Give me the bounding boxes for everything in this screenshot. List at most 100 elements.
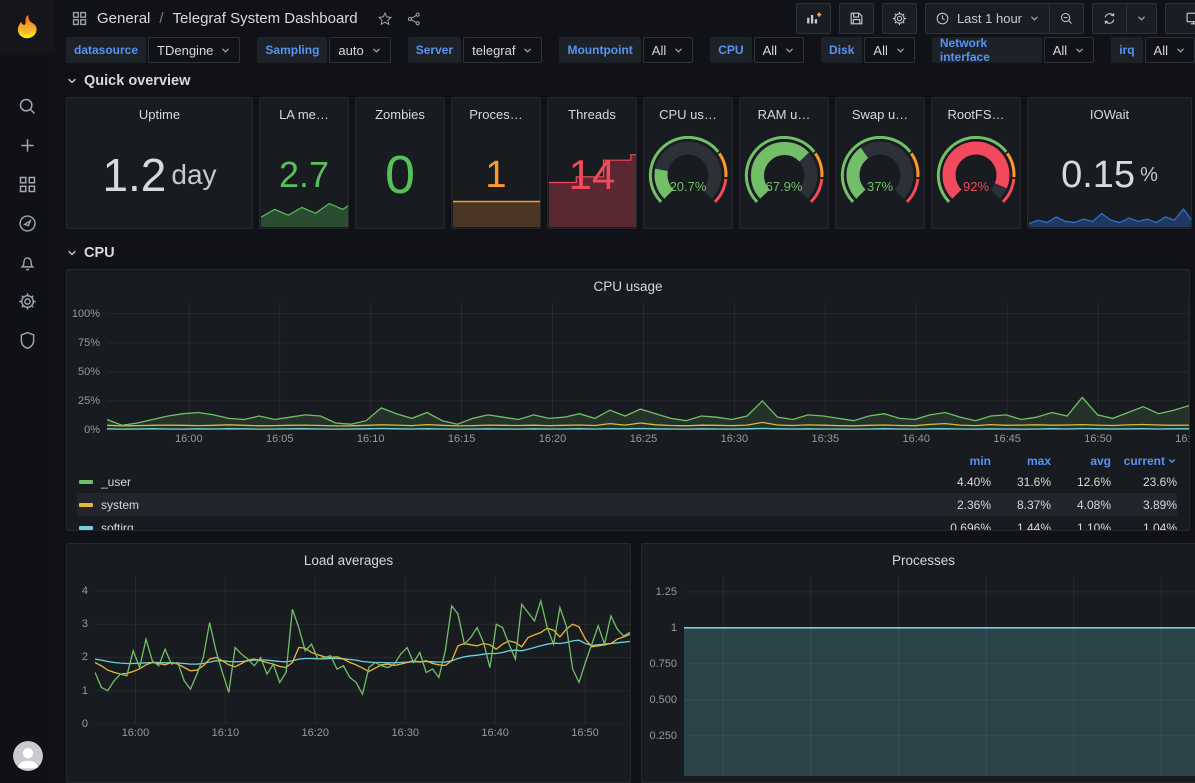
legend-current: 3.89% xyxy=(1111,498,1177,512)
chevron-down-icon xyxy=(1029,13,1040,24)
svg-text:67.9%: 67.9% xyxy=(766,179,803,194)
stat-value: 2.7 xyxy=(260,122,348,228)
variable-server: Server telegraf xyxy=(408,37,543,63)
zoom-out-button[interactable] xyxy=(1049,4,1083,33)
panel-title[interactable]: Load averages xyxy=(67,544,630,576)
user-avatar[interactable] xyxy=(13,741,43,771)
gauge: 67.9% xyxy=(739,133,829,211)
zoom-out-icon xyxy=(1059,11,1074,26)
panel-title[interactable]: Threads xyxy=(552,107,632,122)
add-panel-button[interactable] xyxy=(796,3,831,34)
panel-title[interactable]: LA me… xyxy=(264,107,344,122)
plot-area[interactable] xyxy=(107,302,1189,430)
template-variables-row: datasource TDengine Sampling auto Server… xyxy=(55,37,1195,63)
stat-panel-rootfs-gauge: RootFS… 92% xyxy=(931,97,1021,229)
apps-grid-icon xyxy=(71,10,88,27)
panel-title[interactable]: RootFS… xyxy=(936,107,1016,122)
chevron-down-icon xyxy=(66,247,78,259)
plot-area[interactable] xyxy=(95,576,630,724)
time-range-picker[interactable]: Last 1 hour xyxy=(926,4,1049,33)
panel-title[interactable]: Proces… xyxy=(456,107,536,122)
breadcrumb-dashboard-title[interactable]: Telegraf System Dashboard xyxy=(173,10,358,27)
series-name[interactable]: softirq xyxy=(101,521,931,532)
chevron-down-icon xyxy=(522,45,533,56)
stat-panel-zombies: Zombies 0 xyxy=(355,97,445,229)
alerting-bell-icon[interactable] xyxy=(8,251,48,273)
legend-header: min max avg current xyxy=(77,452,1177,470)
variable-select[interactable]: TDengine xyxy=(148,37,240,63)
load-averages-panel: Load averages 01234 16:0016:1016:2016:30… xyxy=(66,543,631,783)
panel-title[interactable]: Uptime xyxy=(71,107,248,122)
stat-panel-threads: Threads 14 xyxy=(547,97,637,229)
row-quick-overview[interactable]: Quick overview xyxy=(66,63,1195,97)
panel-title[interactable]: RAM u… xyxy=(744,107,824,122)
gauge: 37% xyxy=(835,133,925,211)
legend-row-softirq: softirq 0.696% 1.44% 1.10% 1.04% xyxy=(77,516,1177,531)
server-admin-shield-icon[interactable] xyxy=(8,329,48,351)
refresh-button[interactable] xyxy=(1093,4,1126,33)
variable-select[interactable]: All xyxy=(754,37,804,63)
series-color-swatch xyxy=(79,526,93,530)
explore-compass-icon[interactable] xyxy=(8,212,48,234)
variable-label: irq xyxy=(1111,37,1142,63)
panel-title[interactable]: Zombies xyxy=(360,107,440,122)
share-icon[interactable] xyxy=(404,9,424,29)
panel-title[interactable]: Swap u… xyxy=(840,107,920,122)
chevron-down-icon xyxy=(66,75,78,87)
dashboard-toolbar: Last 1 hour xyxy=(796,3,1195,34)
legend-avg: 4.08% xyxy=(1051,498,1111,512)
legend-min: 2.36% xyxy=(931,498,991,512)
row-cpu[interactable]: CPU xyxy=(66,229,1195,269)
series-name[interactable]: system xyxy=(101,498,931,512)
cycle-view-button[interactable] xyxy=(1165,3,1195,34)
panel-title[interactable]: CPU usage xyxy=(67,270,1189,302)
dashboards-grid-icon[interactable] xyxy=(8,173,48,195)
panel-title[interactable]: Processes xyxy=(642,544,1195,576)
variable-select[interactable]: All xyxy=(1044,37,1094,63)
variable-select[interactable]: All xyxy=(643,37,693,63)
stat-value: 1.2day xyxy=(67,122,252,228)
variable-sampling: Sampling auto xyxy=(257,37,390,63)
y-axis: 1.2510.7500.5000.250 xyxy=(642,576,684,776)
variable-network-interface: Network interface All xyxy=(932,37,1094,63)
monitor-icon xyxy=(1185,10,1195,27)
stat-panel-uptime: Uptime 1.2day xyxy=(66,97,253,229)
legend-col-current[interactable]: current xyxy=(1111,454,1177,468)
variable-mountpoint: Mountpoint All xyxy=(559,37,693,63)
refresh-interval-dropdown[interactable] xyxy=(1126,4,1156,33)
svg-text:92%: 92% xyxy=(963,179,989,194)
series-name[interactable]: _user xyxy=(101,475,931,489)
variable-select[interactable]: All xyxy=(1145,37,1195,63)
processes-panel: Processes 1.2510.7500.5000.250 xyxy=(641,543,1195,783)
plot-area[interactable] xyxy=(684,576,1195,776)
variable-label: Sampling xyxy=(257,37,327,63)
dashboard-settings-button[interactable] xyxy=(882,3,917,34)
svg-text:20.7%: 20.7% xyxy=(670,179,707,194)
search-icon[interactable] xyxy=(8,95,48,117)
breadcrumb: General / Telegraf System Dashboard xyxy=(71,9,424,29)
save-dashboard-button[interactable] xyxy=(839,3,874,34)
legend-current: 23.6% xyxy=(1111,475,1177,489)
legend-col-max[interactable]: max xyxy=(991,454,1051,468)
create-plus-icon[interactable] xyxy=(8,134,48,156)
variable-select[interactable]: All xyxy=(864,37,914,63)
panel-title[interactable]: CPU us… xyxy=(648,107,728,122)
save-icon xyxy=(848,10,865,27)
configuration-gear-icon[interactable] xyxy=(8,290,48,312)
variable-cpu: CPU All xyxy=(710,37,804,63)
legend-current: 1.04% xyxy=(1111,521,1177,532)
x-axis: 16:0016:1016:2016:3016:4016:50 xyxy=(95,724,630,744)
legend-col-avg[interactable]: avg xyxy=(1051,454,1111,468)
panel-title[interactable]: IOWait xyxy=(1032,107,1187,122)
grafana-logo[interactable] xyxy=(0,0,55,55)
gauge: 92% xyxy=(931,133,1021,211)
breadcrumb-folder[interactable]: General xyxy=(97,10,150,27)
legend-col-min[interactable]: min xyxy=(931,454,991,468)
y-axis: 0%25%50%75%100% xyxy=(67,302,107,430)
star-icon[interactable] xyxy=(375,9,395,29)
variable-select[interactable]: telegraf xyxy=(463,37,542,63)
variable-select[interactable]: auto xyxy=(329,37,390,63)
stat-panel-ram-usage-gauge: RAM u… 67.9% xyxy=(739,97,829,229)
series-color-swatch xyxy=(79,480,93,484)
gauge: 20.7% xyxy=(643,133,733,211)
